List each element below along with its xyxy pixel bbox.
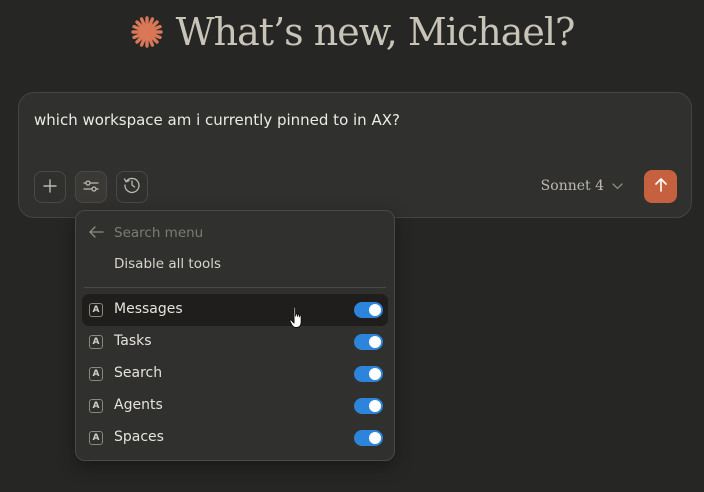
tool-item-tasks[interactable]: A Tasks [82, 326, 388, 358]
tool-label: Spaces [114, 429, 164, 445]
menu-divider [84, 287, 386, 288]
tool-item-search[interactable]: A Search [82, 358, 388, 390]
history-button[interactable] [116, 171, 148, 203]
chevron-down-icon [612, 178, 623, 194]
tool-toggle-search[interactable] [354, 366, 383, 382]
tool-toggle-messages[interactable] [354, 302, 383, 318]
tool-label: Agents [114, 397, 163, 413]
tool-toggle-spaces[interactable] [354, 430, 383, 446]
app-badge-icon: A [89, 431, 103, 445]
tool-label: Tasks [114, 333, 152, 349]
greeting-title: What’s new, Michael? [175, 10, 576, 54]
plus-icon [43, 178, 57, 197]
tool-toggle-tasks[interactable] [354, 334, 383, 350]
app-badge-icon: A [89, 335, 103, 349]
app-badge-icon: A [89, 367, 103, 381]
tool-item-spaces[interactable]: A Spaces [82, 422, 388, 454]
send-button[interactable] [644, 170, 677, 203]
model-selector[interactable]: Sonnet 4 [541, 178, 623, 194]
model-name: Sonnet 4 [540, 178, 604, 194]
disable-all-tools-item[interactable]: Disable all tools [114, 256, 221, 272]
tool-label: Search [114, 365, 163, 381]
hand-pointer-cursor-icon [289, 306, 305, 330]
tool-toggle-agents[interactable] [354, 398, 383, 414]
sliders-icon [83, 178, 99, 197]
app-badge-icon: A [89, 303, 103, 317]
greeting-header: What’s new, Michael? [0, 6, 704, 58]
history-clock-icon [123, 176, 141, 198]
tool-item-agents[interactable]: A Agents [82, 390, 388, 422]
add-button[interactable] [34, 171, 66, 203]
prompt-input[interactable]: which workspace am i currently pinned to… [34, 111, 400, 129]
menu-search-row[interactable]: Search menu [88, 223, 203, 243]
menu-search-input[interactable]: Search menu [114, 225, 203, 241]
tools-menu: Search menu Disable all tools A Messages… [75, 210, 395, 461]
sparkle-logo-icon [130, 15, 164, 49]
chat-composer[interactable]: which workspace am i currently pinned to… [18, 92, 692, 218]
arrow-up-icon [654, 177, 668, 197]
app-badge-icon: A [89, 399, 103, 413]
tools-settings-button[interactable] [75, 171, 107, 203]
tool-label: Messages [114, 301, 183, 317]
tool-item-messages[interactable]: A Messages [82, 294, 388, 326]
back-arrow-icon[interactable] [88, 224, 104, 243]
